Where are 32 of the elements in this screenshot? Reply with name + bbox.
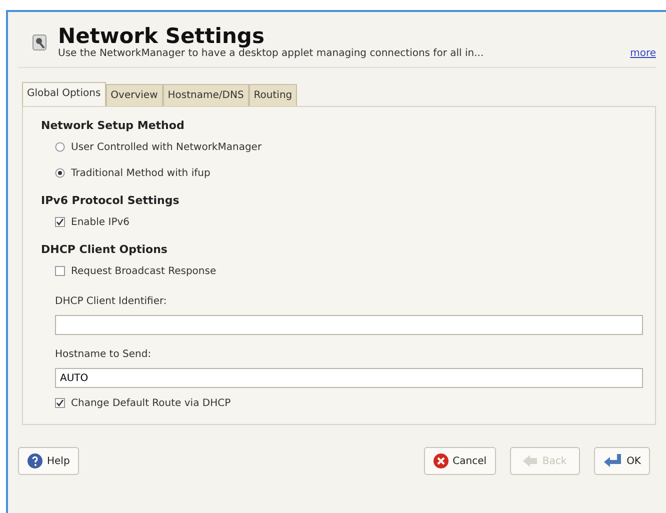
section-heading: DHCP Client Options [41, 243, 168, 256]
radio-label: User Controlled with NetworkManager [71, 142, 262, 152]
checkbox[interactable] [55, 266, 65, 276]
input-field[interactable]: AUTO [55, 368, 643, 388]
checkbox-label: Enable IPv6 [71, 216, 130, 228]
ok-button[interactable]: OK [594, 447, 650, 475]
section-heading: Network Setup Method [41, 119, 186, 132]
cancel-icon [432, 453, 449, 469]
checkbox-label: Request Broadcast Response [71, 266, 216, 276]
dialog-title: Network Settings [58, 24, 266, 48]
help-button[interactable]: Help [18, 447, 79, 475]
description-text: Use the NetworkManager to have a desktop applet managing connections for all in... [58, 48, 484, 59]
checkbox[interactable] [55, 398, 65, 408]
section-heading: IPv6 Protocol Settings [41, 194, 180, 207]
field-label: Hostname to Send: [55, 349, 152, 360]
checkbox-label: Change Default Route via DHCP [71, 398, 231, 408]
back-arrow-icon [522, 453, 538, 469]
network-tool-icon [32, 34, 48, 52]
radio-button[interactable] [55, 142, 65, 152]
tab[interactable]: Overview [106, 84, 163, 106]
help-icon [27, 453, 43, 469]
more-link[interactable]: more [630, 48, 656, 59]
tab[interactable]: Routing [248, 84, 298, 106]
cancel-button[interactable]: Cancel [424, 447, 496, 475]
tab[interactable]: Global Options [22, 82, 106, 106]
radio-label: Traditional Method with ifup [71, 168, 210, 178]
radio-button[interactable] [55, 168, 65, 178]
checkbox[interactable] [55, 217, 65, 227]
input-field[interactable] [55, 315, 643, 335]
tab[interactable]: Hostname/DNS [162, 84, 249, 106]
enter-arrow-icon [602, 453, 623, 469]
field-label: DHCP Client Identifier: [55, 296, 168, 307]
